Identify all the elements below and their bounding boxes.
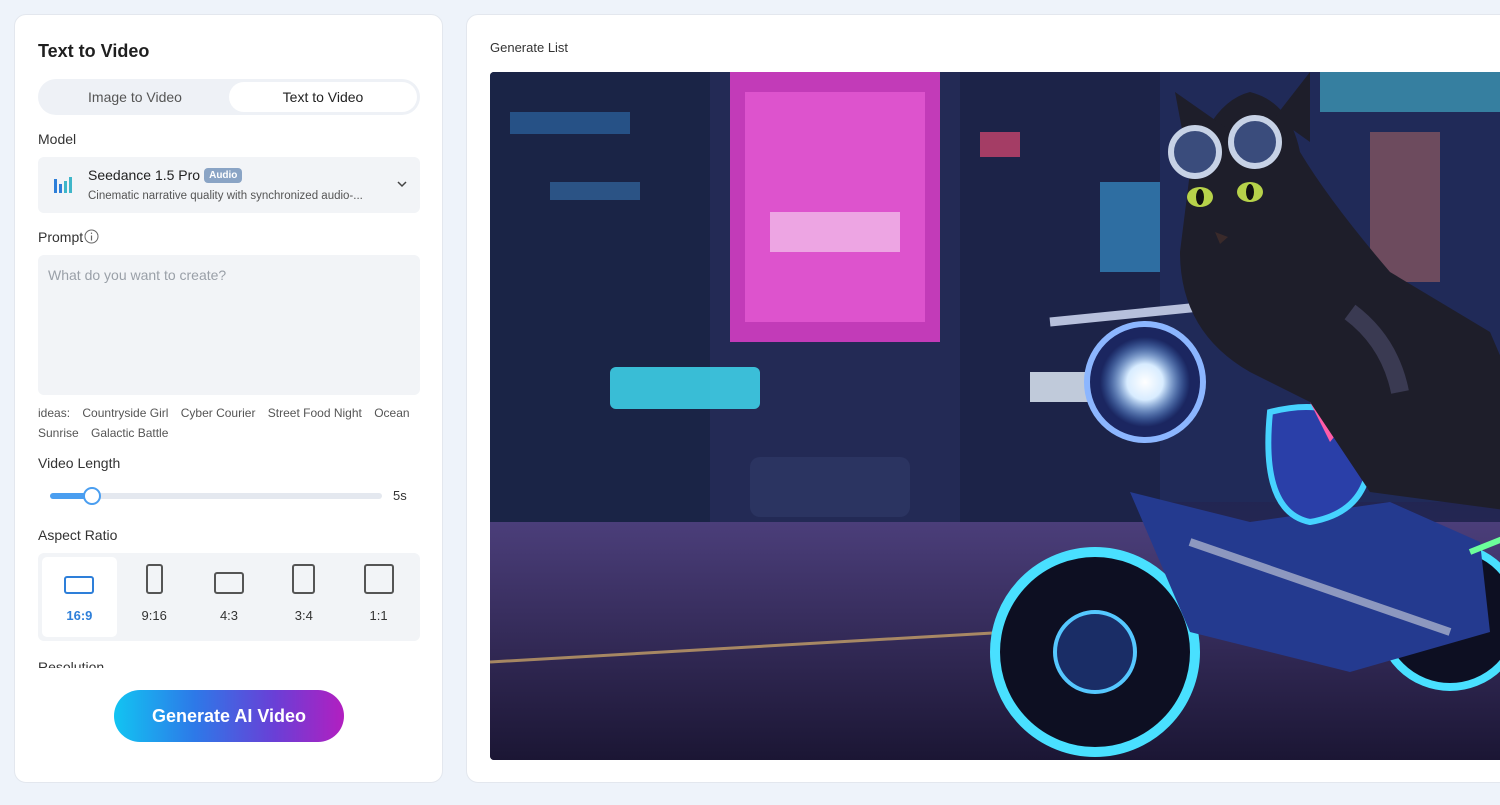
video-length-slider[interactable]: [50, 487, 382, 505]
idea-galactic-battle[interactable]: Galactic Battle: [91, 426, 168, 440]
prompt-input[interactable]: [38, 255, 420, 395]
landscape-ratio-icon: [64, 576, 95, 594]
aspect-option-3-4[interactable]: 3:4: [266, 557, 341, 637]
portrait-ratio-icon: [145, 564, 163, 594]
idea-countryside-girl[interactable]: Countryside Girl: [82, 406, 168, 420]
aspect-option-label: 3:4: [294, 608, 313, 623]
model-description: Cinematic narrative quality with synchro…: [88, 190, 363, 202]
landscape-ratio-icon: [213, 572, 244, 594]
model-name-row: Seedance 1.5 Pro Audio: [88, 167, 243, 183]
aspect-option-4-3[interactable]: 4:3: [192, 557, 267, 637]
bar-chart-icon: [54, 177, 72, 193]
generate-list-panel: Generate List: [466, 14, 1500, 783]
ideas-label: ideas:: [38, 406, 71, 420]
aspect-option-9-16[interactable]: 9:16: [117, 557, 192, 637]
chevron-down-icon: [397, 181, 407, 188]
generated-video-preview[interactable]: [490, 72, 1500, 760]
model-name: Seedance 1.5 Pro: [88, 167, 201, 183]
model-label: Model: [38, 131, 77, 147]
aspect-option-16-9[interactable]: 16:9: [42, 557, 117, 637]
idea-cyber-courier[interactable]: Cyber Courier: [181, 406, 256, 420]
resolution-label: Resolution: [38, 659, 105, 668]
panel-title: Text to Video: [38, 41, 150, 61]
generate-video-button[interactable]: Generate AI Video: [114, 690, 344, 742]
aspect-ratio-label: Aspect Ratio: [38, 527, 118, 543]
tab-text-to-video[interactable]: Text to Video: [229, 82, 417, 112]
generator-panel: Text to Video Image to Video Text to Vid…: [14, 14, 443, 783]
square-ratio-icon: [363, 564, 394, 594]
generate-list-title: Generate List: [490, 40, 569, 55]
prompt-label: Prompt: [38, 229, 84, 245]
portrait-ratio-icon: [292, 564, 316, 594]
ideas-row: ideas: Countryside Girl Cyber Courier St…: [38, 403, 420, 443]
tab-image-to-video[interactable]: Image to Video: [41, 82, 229, 112]
aspect-option-label: 1:1: [369, 608, 388, 623]
prompt-label-row: Prompt: [38, 229, 99, 245]
video-length-label: Video Length: [38, 455, 121, 471]
info-icon[interactable]: [84, 229, 99, 244]
idea-street-food-night[interactable]: Street Food Night: [268, 406, 362, 420]
aspect-option-label: 16:9: [66, 608, 93, 623]
audio-badge: Audio: [204, 168, 243, 183]
video-thumbnail-image: [490, 72, 1500, 760]
aspect-ratio-group: 16:9 9:16 4:3 3:4 1:1: [38, 553, 420, 641]
mode-toggle: Image to Video Text to Video: [38, 79, 420, 115]
video-length-value: 5s: [393, 488, 407, 503]
aspect-option-label: 9:16: [141, 608, 167, 623]
aspect-option-label: 4:3: [219, 608, 239, 623]
model-select[interactable]: Seedance 1.5 Pro Audio Cinematic narrativ…: [38, 157, 420, 213]
slider-thumb[interactable]: [82, 487, 101, 505]
aspect-option-1-1[interactable]: 1:1: [341, 557, 416, 637]
